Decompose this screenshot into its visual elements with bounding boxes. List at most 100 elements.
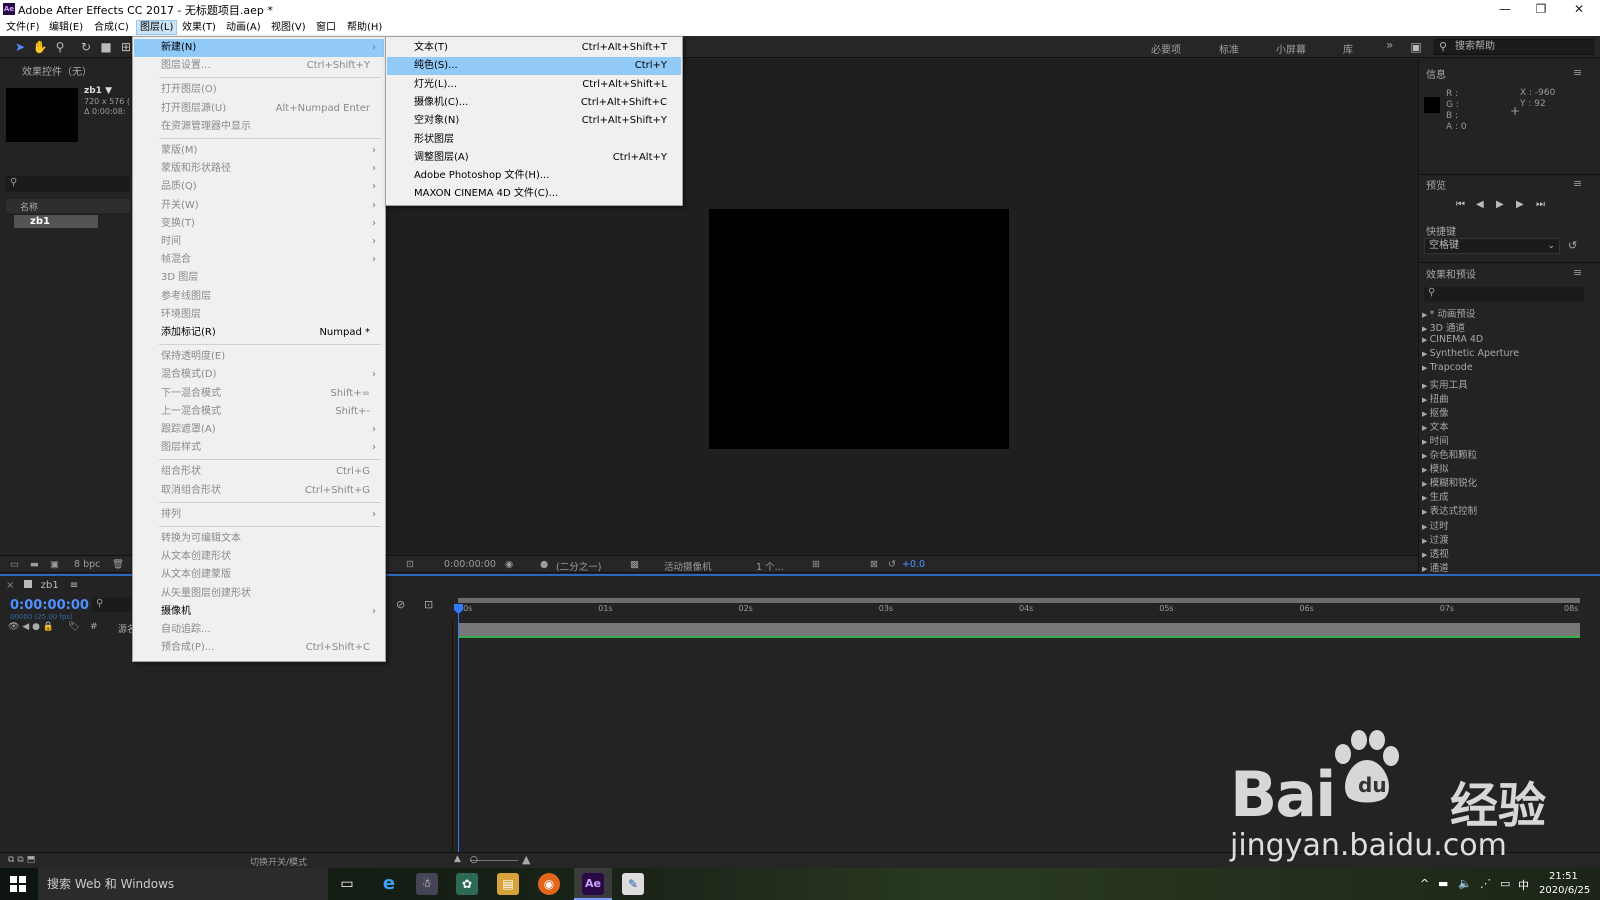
next-frame-icon[interactable]: ▶ (1516, 199, 1524, 210)
preview-panel-title[interactable]: 预览 (1426, 177, 1446, 192)
play-icon[interactable]: ▶ (1496, 199, 1504, 210)
app-icon-2[interactable]: ✿ (456, 873, 478, 895)
expand-arrow-icon[interactable]: ▶ (1422, 438, 1430, 446)
effects-category-item[interactable]: ▶ 实用工具 (1422, 377, 1468, 391)
prev-frame-icon[interactable]: ◀ (1476, 199, 1484, 210)
layer-menu-item[interactable]: 帧混合 › (134, 251, 384, 269)
effect-controls-title[interactable]: 效果控件（无） (22, 64, 92, 82)
layer-menu-item[interactable]: 图层设置... Ctrl+Shift+Y (134, 57, 384, 75)
name-column-label[interactable]: 名称 (20, 200, 38, 213)
effects-category-item[interactable]: ▶ 通道 (1422, 560, 1449, 574)
layer-menu-item[interactable]: 变换(T) › (134, 215, 384, 233)
new-submenu-item[interactable]: MAXON CINEMA 4D 文件(C)... (387, 185, 681, 203)
expand-arrow-icon[interactable]: ▶ (1422, 494, 1430, 502)
after-effects-taskbar-button[interactable]: Ae (574, 868, 612, 900)
layer-menu-item[interactable]: 时间 › (134, 233, 384, 251)
menu-layer[interactable]: 图层(L) (136, 20, 178, 35)
layer-menu-item[interactable]: 在资源管理器中显示 (134, 118, 384, 136)
project-item-row[interactable]: zb1 (14, 215, 98, 228)
layer-menu-item[interactable]: 打开图层源(U) Alt+Numpad Enter (134, 100, 384, 118)
tray-chevron-icon[interactable]: ^ (1420, 877, 1429, 890)
menu-view[interactable]: 视图(V) (268, 20, 309, 35)
layer-menu-item[interactable]: 参考线图层 (134, 288, 384, 306)
task-view-icon[interactable]: ▭ (336, 873, 358, 895)
tab-menu-icon[interactable]: ≡ (70, 580, 78, 591)
views-select[interactable]: 1 个... (756, 559, 784, 573)
layer-menu-item[interactable]: 添加标记(R) Numpad * (134, 324, 384, 342)
effects-menu-icon[interactable]: ≡ (1573, 266, 1582, 279)
effects-category-item[interactable]: ▶ 模拟 (1422, 461, 1449, 475)
project-search-input[interactable]: ⚲ (6, 176, 130, 192)
layer-duration-bar[interactable] (458, 623, 1580, 636)
windows-start-icon[interactable] (10, 876, 26, 892)
graph-editor-icon[interactable]: ⊡ (424, 598, 433, 611)
expand-arrow-icon[interactable]: ▶ (1422, 565, 1430, 573)
layer-menu-item[interactable]: 环境图层 (134, 306, 384, 324)
timeline-search-input[interactable]: ⚲ (92, 598, 132, 612)
layer-menu-item[interactable]: 品质(Q) › (134, 178, 384, 196)
last-frame-icon[interactable]: ⏭ (1536, 199, 1545, 210)
layer-menu-item[interactable]: 混合模式(D) › (134, 366, 384, 384)
firefox-icon[interactable]: ◉ (538, 873, 560, 895)
layer-menu-item[interactable]: 保持透明度(E) (134, 348, 384, 366)
layer-menu-item[interactable]: 蒙版(M) › (134, 142, 384, 160)
clock-date[interactable]: 2020/6/25 (1539, 885, 1590, 896)
effects-category-item[interactable]: ▶ Trapcode (1422, 362, 1473, 373)
menu-edit[interactable]: 编辑(E) (46, 20, 86, 35)
bit-depth-button[interactable]: 8 bpc (74, 559, 100, 570)
expand-arrow-icon[interactable]: ▶ (1422, 508, 1430, 516)
expand-arrow-icon[interactable]: ▶ (1422, 466, 1430, 474)
expand-arrow-icon[interactable]: ▶ (1422, 424, 1430, 432)
effects-category-item[interactable]: ▶ * 动画预设 (1422, 306, 1475, 320)
expand-arrow-icon[interactable]: ▶ (1422, 523, 1430, 531)
menu-help[interactable]: 帮助(H) (344, 20, 385, 35)
effects-category-item[interactable]: ▶ 文本 (1422, 419, 1449, 433)
composition-canvas[interactable] (709, 209, 1009, 449)
zoom-slider-handle[interactable]: ○ (470, 855, 478, 865)
expand-arrow-icon[interactable]: ▶ (1422, 537, 1430, 545)
rotate-tool-icon[interactable]: ↻ (78, 39, 94, 55)
zoom-out-icon[interactable]: ▲ (454, 854, 461, 864)
help-search-input[interactable]: ⚲ 搜索帮助 (1434, 39, 1594, 55)
notification-icon[interactable]: ▭ (1500, 877, 1510, 890)
camera-select[interactable]: 活动摄像机 (664, 559, 712, 573)
effects-category-item[interactable]: ▶ 生成 (1422, 489, 1449, 503)
menu-file[interactable]: 文件(F) (3, 20, 43, 35)
workspace-tab-libraries[interactable]: 库 (1343, 41, 1353, 56)
info-menu-icon[interactable]: ≡ (1573, 66, 1582, 79)
network-icon[interactable]: ⋰ (1480, 877, 1491, 890)
menu-animation[interactable]: 动画(A) (223, 20, 264, 35)
layer-menu-item[interactable]: 打开图层(O) (134, 81, 384, 99)
menu-effect[interactable]: 效果(T) (179, 20, 219, 35)
layer-menu-item[interactable]: 3D 图层 (134, 269, 384, 287)
workspace-panel-icon[interactable]: ▣ (1408, 39, 1424, 55)
notepad-icon[interactable]: ✎ (622, 873, 644, 895)
close-button[interactable]: ✕ (1562, 0, 1596, 18)
layer-menu-item[interactable]: 摄像机 › (134, 603, 384, 621)
folder-icon[interactable]: ▬ (30, 559, 39, 570)
workspace-tab-essentials[interactable]: 必要项 (1151, 41, 1181, 56)
loop-icon[interactable]: ↺ (1568, 239, 1577, 252)
layer-menu-item[interactable]: 从文本创建蒙版 (134, 566, 384, 584)
workspace-tab-standard[interactable]: 标准 (1219, 41, 1239, 56)
camera-tool-icon[interactable]: ■ (98, 39, 114, 55)
toggle-switches-modes[interactable]: 切换开关/模式 (250, 855, 307, 868)
file-explorer-icon[interactable]: ▤ (497, 873, 519, 895)
app-icon-1[interactable]: ☃ (416, 873, 438, 895)
effects-presets-title[interactable]: 效果和预设 (1426, 266, 1476, 281)
layer-menu-item[interactable]: 新建(N) › (134, 39, 384, 57)
first-frame-icon[interactable]: ⏮ (1456, 199, 1465, 210)
timeline-tab[interactable]: × zb1 ≡ (6, 580, 78, 591)
expand-arrow-icon[interactable]: ▶ (1422, 350, 1430, 358)
workspace-more-icon[interactable]: » (1386, 38, 1393, 52)
snapshot-icon[interactable]: ◉ (505, 559, 513, 570)
layer-menu-item[interactable]: 排列 › (134, 506, 384, 524)
exposure-value[interactable]: +0.0 (902, 559, 925, 570)
layer-menu-item[interactable]: 预合成(P)... Ctrl+Shift+C (134, 639, 384, 657)
layer-menu-item[interactable]: 转换为可编辑文本 (134, 530, 384, 548)
menu-window[interactable]: 窗口 (313, 20, 339, 35)
new-submenu-item[interactable]: Adobe Photoshop 文件(H)... (387, 167, 681, 185)
new-submenu-item[interactable]: 摄像机(C)... Ctrl+Alt+Shift+C (387, 94, 681, 112)
new-submenu-item[interactable]: 灯光(L)... Ctrl+Alt+Shift+L (387, 76, 681, 94)
new-submenu-item[interactable]: 纯色(S)... Ctrl+Y (387, 57, 681, 76)
